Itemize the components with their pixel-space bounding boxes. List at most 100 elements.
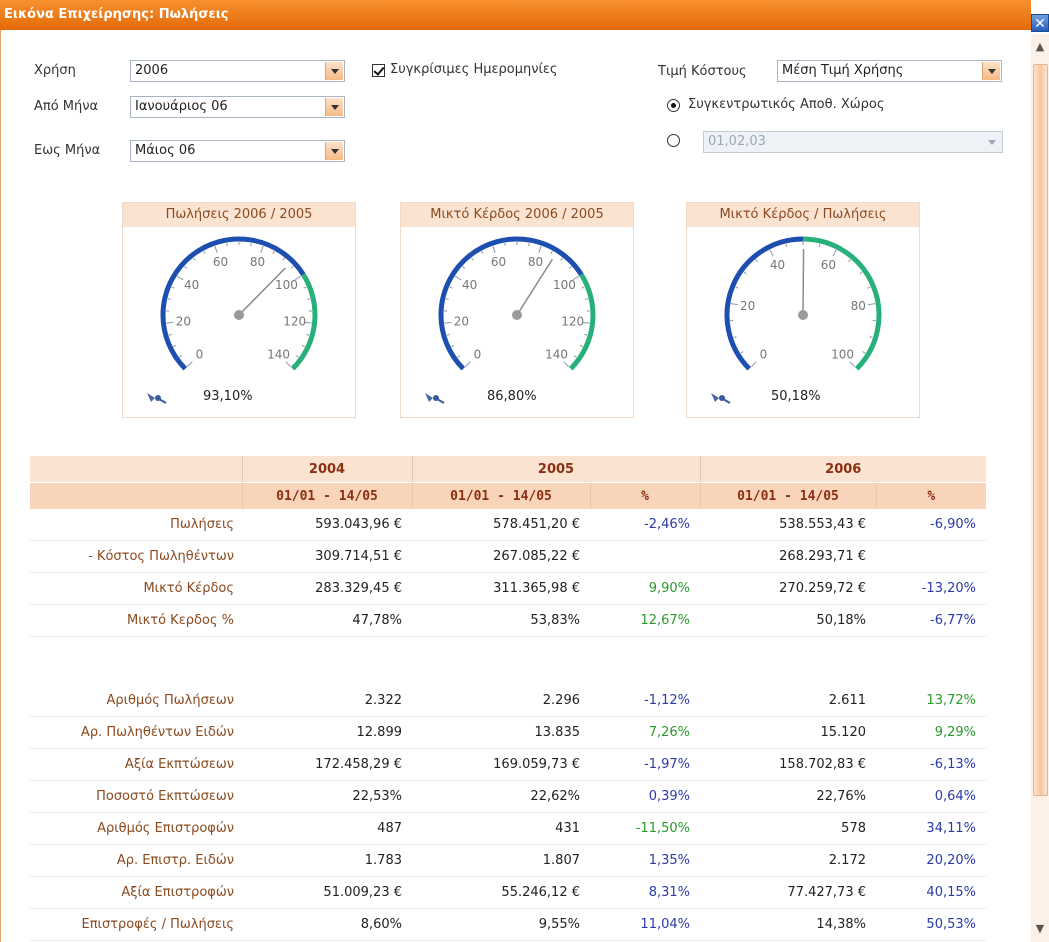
gauge-tick <box>187 361 193 367</box>
gauge-tick-label: 80 <box>250 255 265 269</box>
gauge-tick <box>859 271 863 275</box>
row-label: Αριθμός Επιστροφών <box>30 812 242 845</box>
scroll-down-icon[interactable]: ▼ <box>1031 920 1049 938</box>
gauge-tick <box>203 250 206 254</box>
gauge-tick <box>492 245 496 253</box>
gauge-tick-label: 0 <box>196 348 204 362</box>
gauge-tick-label: 100 <box>275 278 298 292</box>
satellite-icon <box>425 393 445 404</box>
year-header-2004: 2004 <box>241 456 412 483</box>
gauge-tick-label: 140 <box>267 348 290 362</box>
chevron-down-icon[interactable] <box>325 142 343 160</box>
row-label: Μικτό Κέρδος <box>30 572 242 605</box>
scrollbar-thumb[interactable] <box>1033 64 1048 796</box>
pct-2006: -6,90% <box>876 509 986 541</box>
warehouse-codes-select: 01,02,03 <box>703 131 1003 153</box>
scroll-up-icon[interactable]: ▲ <box>1031 38 1049 56</box>
pct-2005: 1,35% <box>590 844 700 877</box>
year-label: Χρήση <box>34 63 76 78</box>
value-2006: 2.611 <box>700 685 876 717</box>
gauge-tick <box>743 271 747 275</box>
pct-2006 <box>876 540 986 573</box>
table-corner <box>30 482 242 509</box>
gauge-tick <box>579 344 583 348</box>
row-label: Αξία Εκπτώσεων <box>30 748 242 781</box>
value-2005: 53,83% <box>412 604 590 637</box>
gauge-tick-label: 60 <box>821 258 836 272</box>
year-header-2005: 2005 <box>411 456 700 483</box>
close-icon: ✕ <box>1034 16 1046 32</box>
gauge-panel-margin: Μικτό Κέρδος / Πωλήσεις 0 20 40 60 80 100 50,… <box>686 202 920 418</box>
chevron-down-icon <box>983 133 1001 151</box>
cost-price-select[interactable]: Μέση Τιμή Χρήσης <box>777 60 1002 82</box>
gauge-tick-label: 0 <box>474 348 482 362</box>
gauge-tick <box>307 298 311 300</box>
row-label: - Κόστος Πωληθέντων <box>30 540 242 573</box>
gauge-tick <box>445 298 449 300</box>
year-select[interactable]: 2006 <box>130 60 345 82</box>
year-select-value: 2006 <box>135 63 169 78</box>
value-2005: 9,55% <box>412 908 590 941</box>
gauge-tick-label: 20 <box>454 314 469 328</box>
to-month-select[interactable]: Μάιος 06 <box>130 140 345 162</box>
gauge-tick <box>573 355 577 358</box>
date-range-header: 01/01 - 14/05 <box>241 482 412 509</box>
comparison-table: 2004 2005 2006 01/01 - 14/05 01/01 - 14/… <box>30 456 990 941</box>
row-label: Ποσοστό Εκπτώσεων <box>30 780 242 813</box>
pct-2005: -2,46% <box>590 509 700 541</box>
warehouse-total-radio[interactable] <box>667 99 680 112</box>
gauge-tick <box>184 265 188 269</box>
value-2004: 283.329,45 € <box>242 572 412 605</box>
value-2005: 267.085,22 € <box>412 540 590 573</box>
table-row: Αριθμός Πωλήσεων 2.322 2.296 -1,12% 2.611 13,… <box>30 685 986 717</box>
pct-2006: -6,13% <box>876 748 986 781</box>
from-month-value: Ιανουάριος 06 <box>135 99 228 114</box>
table-row: Αξία Εκπτώσεων 172.458,29 €169.059,73 € -1… <box>30 748 986 781</box>
satellite-icon <box>147 393 167 404</box>
gauge-tick <box>769 249 774 257</box>
gauge-value: 50,18% <box>771 389 821 404</box>
pct-2005: 12,67% <box>590 604 700 637</box>
value-2004: 2.322 <box>242 685 412 717</box>
value-2004: 22,53% <box>242 780 412 813</box>
table-row: Ποσοστό Εκπτώσεων 22,53% 22,62% 0,39% 22,76%… <box>30 780 986 813</box>
gauge-tick <box>751 361 757 367</box>
year-header-2006: 2006 <box>699 456 986 483</box>
gauge-tick-label: 120 <box>283 314 306 328</box>
gauge-hub <box>512 310 522 320</box>
pct-2005 <box>590 540 700 573</box>
pct-2006: 0,64% <box>876 780 986 813</box>
value-2006: 270.259,72 € <box>700 572 876 605</box>
warehouse-codes-radio[interactable] <box>667 134 680 147</box>
gauge-tick <box>166 321 174 324</box>
chevron-down-icon[interactable] <box>325 62 343 80</box>
gauge-tick <box>848 259 851 263</box>
gauge-tick <box>818 243 821 248</box>
table-row: Αριθμός Επιστροφών 487 431 -11,50% 578 34,11% <box>30 812 986 845</box>
gauge-tick <box>849 361 855 367</box>
pct-2006: -6,77% <box>876 604 986 637</box>
pct-2006: 13,72% <box>876 685 986 717</box>
chevron-down-icon[interactable] <box>325 98 343 116</box>
table-row: Μικτό Κερδος % 47,78% 53,83% 12,67% 50,18% -6… <box>30 604 986 637</box>
gauge-tick <box>171 286 175 289</box>
table-spacer-cell <box>30 637 986 686</box>
value-2004: 51.009,23 € <box>242 876 412 909</box>
gauge-tick <box>584 333 588 336</box>
value-2006: 578 <box>700 812 876 845</box>
value-2004: 12.899 <box>242 716 412 749</box>
comparable-dates-checkbox[interactable] <box>372 64 385 77</box>
warehouse-codes-value: 01,02,03 <box>708 134 766 149</box>
cost-price-label: Τιμή Κόστους <box>658 64 747 79</box>
close-button[interactable]: ✕ <box>1031 14 1049 32</box>
gauge-title: Μικτό Κέρδος 2006 / 2005 <box>401 203 633 227</box>
from-month-select[interactable]: Ιανουάριος 06 <box>130 96 345 118</box>
vertical-scrollbar[interactable]: ▲ ▼ <box>1031 34 1049 942</box>
table-row: Αρ. Πωληθέντων Ειδών 12.899 13.835 7,26% 15.… <box>30 716 986 749</box>
table-corner <box>30 456 242 483</box>
gauge-tick <box>193 257 196 261</box>
gauge-tick-label: 140 <box>545 348 568 362</box>
chevron-down-icon[interactable] <box>982 62 1000 80</box>
satellite-icon <box>711 393 731 404</box>
row-label: Αριθμός Πωλήσεων <box>30 685 242 717</box>
